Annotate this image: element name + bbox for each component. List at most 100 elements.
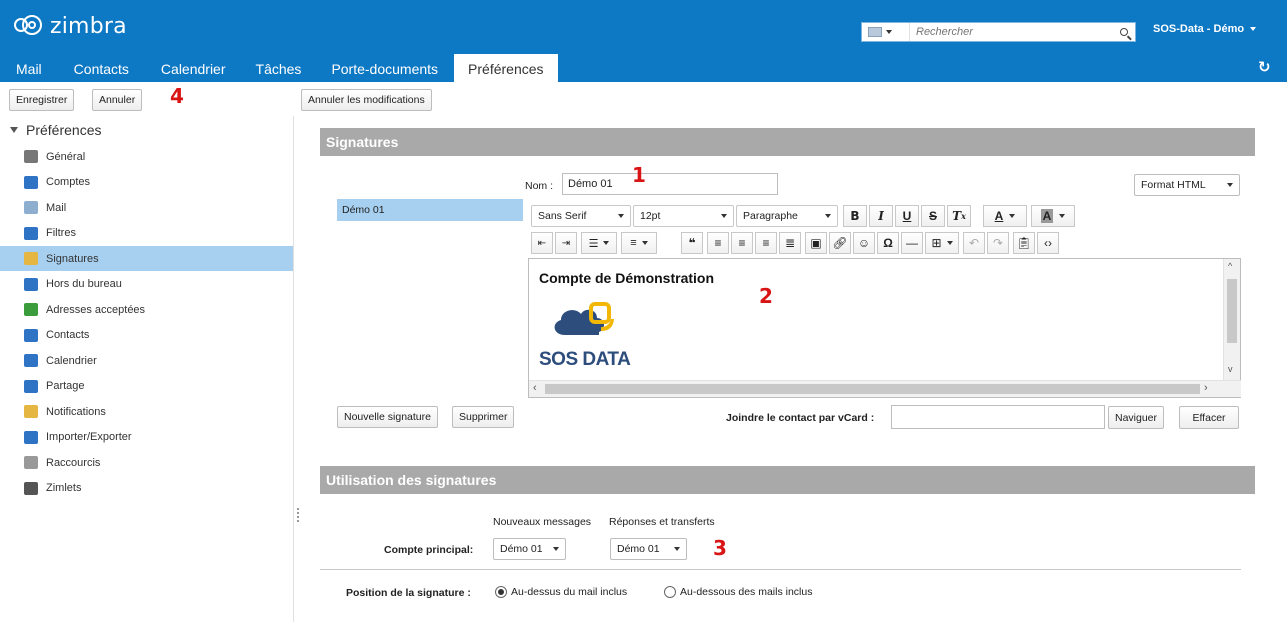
font-dropdown[interactable]: Sans Serif (531, 205, 631, 227)
search-button[interactable] (1113, 23, 1135, 41)
align-right-icon[interactable]: ≡ (755, 232, 777, 254)
undo-changes-button[interactable]: Annuler les modifications (301, 89, 432, 111)
browse-button[interactable]: Naviguer (1108, 406, 1165, 429)
sidebar-item-label: Calendrier (46, 354, 97, 367)
format-dropdown[interactable]: Format HTML (1134, 174, 1240, 196)
outdent-icon[interactable]: ⇤ (531, 232, 553, 254)
sidebar-item[interactable]: Signatures (0, 246, 293, 271)
bullet-list-icon[interactable]: ☰ (581, 232, 617, 254)
tab-contacts[interactable]: Contacts (58, 54, 145, 82)
sidebar-item-label: Mail (46, 201, 67, 214)
align-left-icon[interactable]: ≡ (707, 232, 729, 254)
clear-format-icon[interactable]: Tx (947, 205, 971, 227)
image-icon[interactable]: ▣ (805, 232, 827, 254)
paste-icon[interactable]: 📋︎ (1013, 232, 1035, 254)
annotation-3: 3 (713, 536, 727, 560)
editor-horizontal-scrollbar[interactable]: ‹ › (529, 380, 1241, 397)
sidebar-item-label: Contacts (46, 329, 90, 341)
justify-icon[interactable]: ≣ (779, 232, 801, 254)
source-code-icon[interactable]: ‹› (1037, 232, 1059, 254)
sidebar-item[interactable]: Calendrier (0, 348, 293, 373)
sidebar-item[interactable]: Hors du bureau (0, 272, 293, 297)
position-below-radio[interactable] (664, 586, 676, 598)
scroll-right-icon[interactable]: › (1204, 382, 1208, 394)
sidebar-item[interactable]: Général (0, 144, 293, 169)
sidebar-item-label: Général (46, 150, 86, 163)
scroll-thumb[interactable] (1227, 279, 1237, 343)
indent-icon[interactable]: ⇥ (555, 232, 577, 254)
highlight-color-button[interactable]: A (1031, 205, 1075, 227)
sidebar-item-label: Adresses acceptées (46, 303, 146, 316)
delete-signature-button[interactable]: Supprimer (452, 406, 515, 428)
sidebar-item[interactable]: Contacts (0, 323, 293, 348)
horizontal-rule-icon[interactable]: — (901, 232, 923, 254)
redo-icon[interactable]: ↷ (987, 232, 1009, 254)
user-name: SOS-Data - Démo (1153, 23, 1245, 35)
new-signature-button[interactable]: Nouvelle signature (337, 406, 438, 428)
tab-briefcase[interactable]: Porte-documents (315, 54, 454, 82)
app-logo[interactable]: zimbra (14, 14, 127, 39)
tab-mail[interactable]: Mail (0, 54, 58, 82)
scroll-up-icon[interactable]: ^ (1228, 261, 1232, 271)
tab-preferences[interactable]: Préférences (454, 54, 558, 82)
search-type-dropdown[interactable] (862, 23, 910, 41)
main-account-label: Compte principal: (384, 544, 474, 556)
chevron-down-icon (825, 214, 831, 218)
position-above-option[interactable]: Au-dessus du mail inclus (495, 586, 627, 598)
editor-vertical-scrollbar[interactable]: ^ v (1223, 259, 1240, 381)
blockquote-icon[interactable]: ❝ (681, 232, 703, 254)
new-messages-signature-dropdown[interactable]: Démo 01 (493, 538, 566, 560)
replies-signature-dropdown[interactable]: Démo 01 (610, 538, 687, 560)
strikethrough-button[interactable]: S (921, 205, 945, 227)
signature-editor[interactable]: Compte de Démonstration SOS DATA 2 ^ v ‹… (528, 258, 1241, 398)
sidebar-item[interactable]: Importer/Exporter (0, 425, 293, 450)
splitter-grip-icon[interactable] (297, 508, 299, 522)
signature-name-input[interactable] (562, 173, 778, 195)
align-center-icon[interactable]: ≡ (731, 232, 753, 254)
sidebar-item-label: Raccourcis (46, 456, 101, 469)
scroll-left-icon[interactable]: ‹ (533, 382, 537, 394)
scroll-thumb[interactable] (545, 384, 1200, 394)
italic-button[interactable]: I (869, 205, 893, 227)
text-color-button[interactable]: A (983, 205, 1027, 227)
shield-icon (24, 303, 38, 316)
user-menu[interactable]: SOS-Data - Démo (1153, 23, 1257, 35)
emoji-icon[interactable]: ☺ (853, 232, 875, 254)
table-icon[interactable]: ⊞ (925, 232, 959, 254)
search-input[interactable] (910, 26, 1113, 38)
special-char-icon[interactable]: Ω (877, 232, 899, 254)
scroll-down-icon[interactable]: v (1228, 364, 1233, 374)
block-format-dropdown[interactable]: Paragraphe (736, 205, 838, 227)
vcard-input[interactable] (891, 405, 1105, 429)
annotation-2: 2 (759, 284, 773, 308)
sidebar-item[interactable]: Mail (0, 195, 293, 220)
clear-button[interactable]: Effacer (1179, 406, 1239, 429)
sidebar-header[interactable]: Préférences (10, 122, 101, 138)
tab-calendar[interactable]: Calendrier (145, 54, 242, 82)
sidebar-item[interactable]: Partage (0, 374, 293, 399)
chevron-down-icon (886, 30, 892, 34)
sidebar-item[interactable]: Raccourcis (0, 450, 293, 475)
cancel-button[interactable]: Annuler (92, 89, 143, 111)
position-above-radio[interactable] (495, 586, 507, 598)
sidebar-item[interactable]: Adresses acceptées (0, 297, 293, 322)
chevron-down-icon (674, 547, 680, 551)
font-size-dropdown[interactable]: 12pt (633, 205, 734, 227)
sidebar-item[interactable]: Zimlets (0, 476, 293, 501)
bold-button[interactable]: B (843, 205, 867, 227)
font-value: Sans Serif (538, 210, 587, 222)
signature-list-item[interactable]: Démo 01 (337, 199, 523, 221)
refresh-icon[interactable]: ↻ (1258, 58, 1271, 76)
numbered-list-icon[interactable]: ≡ (621, 232, 657, 254)
pane-splitter[interactable] (293, 116, 303, 622)
save-button[interactable]: Enregistrer (9, 89, 75, 111)
search-icon (1120, 28, 1128, 36)
tab-tasks[interactable]: Tâches (242, 54, 316, 82)
sidebar-item[interactable]: Notifications (0, 399, 293, 424)
sidebar-item[interactable]: Filtres (0, 221, 293, 246)
undo-icon[interactable]: ↶ (963, 232, 985, 254)
link-icon[interactable]: 🔗︎ (829, 232, 851, 254)
sidebar-item[interactable]: Comptes (0, 170, 293, 195)
position-below-option[interactable]: Au-dessous des mails inclus (664, 586, 812, 598)
underline-button[interactable]: U (895, 205, 919, 227)
